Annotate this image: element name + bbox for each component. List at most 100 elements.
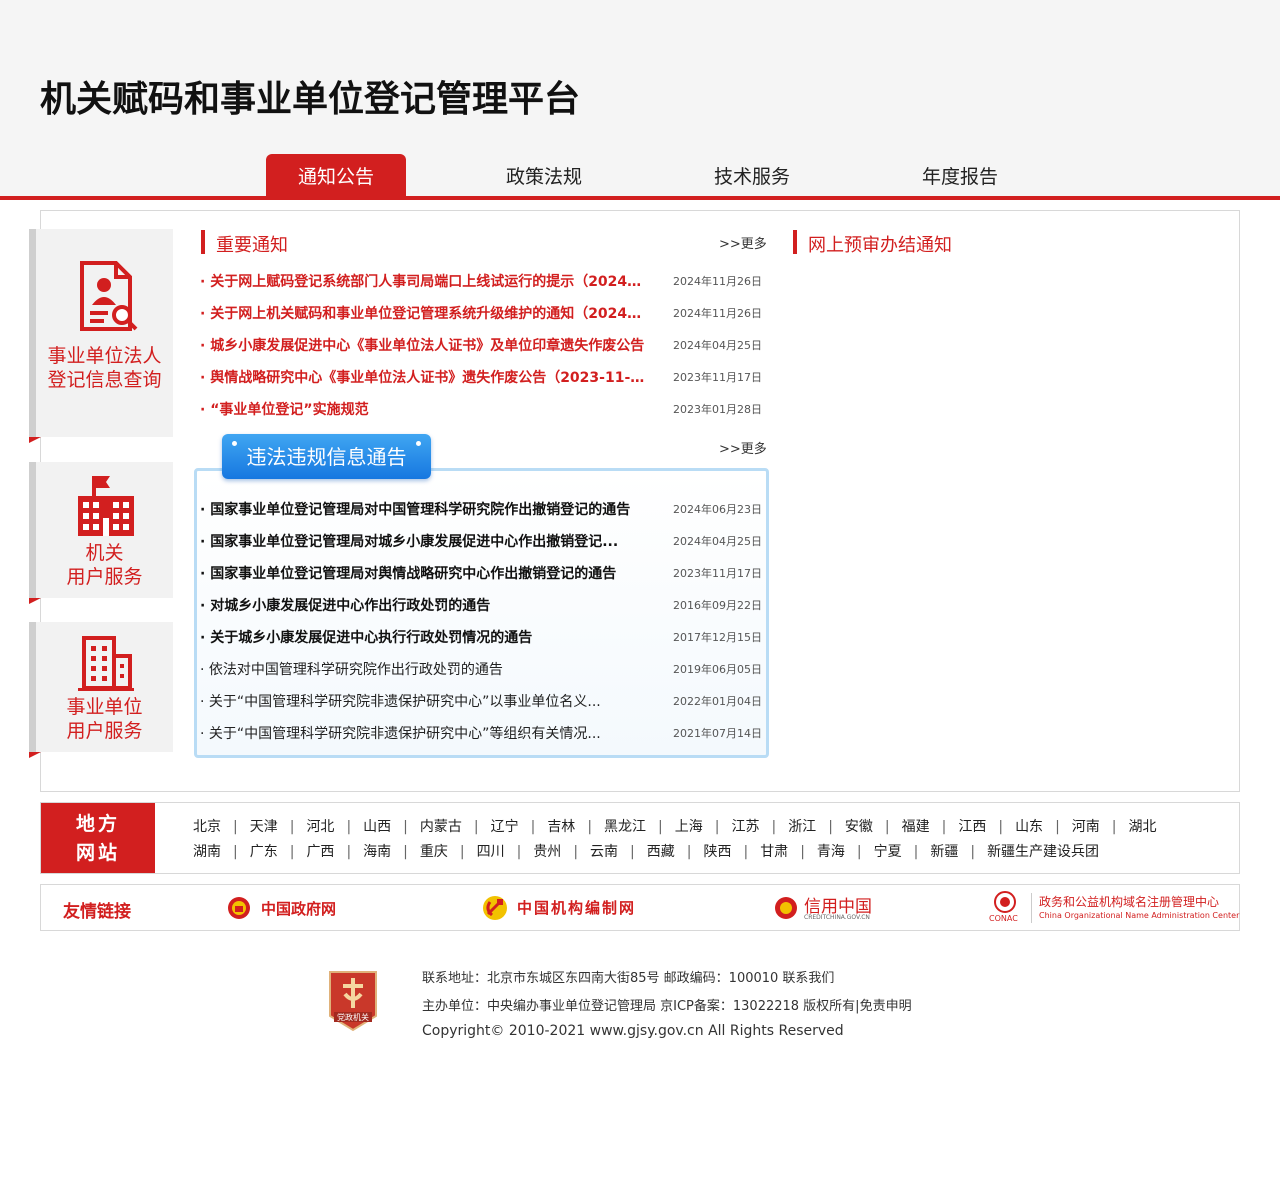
region-link[interactable]: 吉林 [547,819,575,835]
notice-link[interactable]: · “事业单位登记”实施规范 [200,399,648,419]
region-link[interactable]: 山西 [363,819,391,835]
link-conac[interactable]: CONAC 政务和公益机构域名注册管理中心 China Organization… [989,891,1239,925]
credit-china-icon [775,897,797,919]
region-separator: | [289,844,295,860]
person-search-icon [80,261,138,331]
region-link[interactable]: 贵州 [533,844,561,860]
region-link[interactable]: 广东 [250,844,278,860]
region-separator: | [800,844,805,860]
region-link[interactable]: 江苏 [731,819,759,835]
region-link[interactable]: 河北 [306,819,334,835]
region-link[interactable]: 新疆生产建设兵团 [987,844,1099,860]
illegal-link[interactable]: · 国家事业单位登记管理局对舆情战略研究中心作出撤销登记的通告 [200,563,648,583]
sidebar-card-organ-user-service[interactable]: 机关 用户服务 [29,462,173,604]
region-separator: | [658,819,663,835]
region-link[interactable]: 江西 [958,819,986,835]
tab-tech-services[interactable]: 技术服务 [682,154,822,196]
link-sublabel: China Organizational Name Administration… [1039,911,1240,920]
tab-annual-report[interactable]: 年度报告 [890,154,1030,196]
region-link[interactable]: 陕西 [703,844,731,860]
notice-date: 2023年01月28日 [673,403,762,416]
illegal-more-link[interactable]: >>更多 [719,438,767,457]
illegal-link[interactable]: · 国家事业单位登记管理局对城乡小康发展促进中心作出撤销登记... [200,531,648,551]
region-separator: | [233,819,238,835]
region-link[interactable]: 山东 [1015,819,1043,835]
region-separator: | [530,819,536,835]
region-link[interactable]: 云南 [590,844,618,860]
region-separator: | [473,819,479,835]
region-link[interactable]: 西藏 [647,844,675,860]
region-link[interactable]: 天津 [250,819,278,835]
card-corner-accent [29,598,41,604]
region-link[interactable]: 青海 [817,844,845,860]
party-emblem-icon [483,896,507,920]
link-scopsr[interactable]: 中国机构编制网 [481,891,651,925]
prereview-title: 网上预审办结通知 [808,235,952,256]
notice-date: 2024年04月25日 [673,339,762,352]
region-link[interactable]: 湖北 [1129,819,1157,835]
region-separator: | [516,844,522,860]
region-separator: | [1111,819,1117,835]
notice-link[interactable]: · 关于网上机关赋码和事业单位登记管理系统升级维护的通知（2024年11月26日… [200,303,648,323]
illegal-date: 2016年09月22日 [673,599,762,612]
region-link[interactable]: 内蒙古 [420,819,462,835]
main-nav: 通知公告 政策法规 技术服务 年度报告 [0,154,1280,196]
link-credit-china[interactable]: 信用中国 CREDITCHINA.GOV.CN [774,891,884,925]
tab-notices[interactable]: 通知公告 [266,154,406,196]
region-link[interactable]: 辽宁 [491,819,519,835]
illegal-item: · 依法对中国管理科学研究院作出行政处罚的通告 2019年06月05日 [200,652,762,684]
page-footer: 党政机关 联系地址：北京市东城区东四南大街85号 邮政编码：100010 联系我… [0,960,1280,1060]
tab-policies[interactable]: 政策法规 [474,154,614,196]
illegal-link[interactable]: · 关于城乡小康发展促进中心执行行政处罚情况的通告 [200,627,648,647]
region-link[interactable]: 海南 [363,844,391,860]
office-building-flag-icon [78,476,134,536]
illegal-link[interactable]: · 关于“中国管理科学研究院非遗保护研究中心”以事业单位名义... [200,691,648,711]
notice-item: · 城乡小康发展促进中心《事业单位法人证书》及单位印章遗失作废公告 2024年0… [200,328,762,360]
notice-item: · 舆情战略研究中心《事业单位法人证书》遗失作废公告（2023-11-17） 2… [200,360,762,392]
illegal-date: 2023年11月17日 [673,567,762,580]
region-link[interactable]: 黑龙江 [604,819,646,835]
illegal-item: · 对城乡小康发展促进中心作出行政处罚的通告 2016年09月22日 [200,588,762,620]
region-link[interactable]: 宁夏 [874,844,902,860]
illegal-link[interactable]: · 国家事业单位登记管理局对中国管理科学研究院作出撤销登记的通告 [200,499,648,519]
region-separator: | [913,844,919,860]
region-separator: | [743,844,749,860]
region-separator: | [771,819,777,835]
region-row-2: 湖南 | 广东 | 广西 | 海南 | 重庆 | 四川 | 贵州 | 云南 | 西藏 | 陕西 | 甘肃 | 青海 | 宁夏 | 新… [193,841,1099,861]
region-separator: | [403,844,408,860]
notices-title: 重要通知 [216,235,288,256]
region-separator: | [233,844,238,860]
illegal-link[interactable]: · 关于“中国管理科学研究院非遗保护研究中心”等组织有关情况... [200,723,648,743]
notice-link[interactable]: · 城乡小康发展促进中心《事业单位法人证书》及单位印章遗失作废公告 [200,335,648,355]
region-link[interactable]: 重庆 [420,844,448,860]
region-separator: | [346,844,352,860]
sidebar-card-institution-user-service[interactable]: 事业单位 用户服务 [29,622,173,758]
notice-link[interactable]: · 关于网上赋码登记系统部门人事司局端口上线试运行的提示（2024年11月26日… [200,271,648,291]
sidebar-card-label: 用户服务 [66,720,143,742]
region-link[interactable]: 上海 [675,819,703,835]
region-separator: | [573,844,579,860]
region-link[interactable]: 河南 [1072,819,1100,835]
region-link[interactable]: 湖南 [193,844,221,860]
illegal-link[interactable]: · 对城乡小康发展促进中心作出行政处罚的通告 [200,595,648,615]
region-link[interactable]: 四川 [477,844,505,860]
notice-link[interactable]: · 舆情战略研究中心《事业单位法人证书》遗失作废公告（2023-11-17） [200,367,648,387]
region-link[interactable]: 甘肃 [760,844,788,860]
conac-logo-icon [994,891,1016,913]
region-link[interactable]: 浙江 [788,819,816,835]
notices-more-link[interactable]: >>更多 [719,233,767,252]
region-link[interactable]: 福建 [902,819,930,835]
region-link[interactable]: 广西 [306,844,334,860]
region-link[interactable]: 安徽 [845,819,873,835]
card-corner-accent [29,437,41,443]
sidebar-card-legal-person-query[interactable]: 事业单位法人 登记信息查询 [29,229,173,443]
illegal-link[interactable]: · 依法对中国管理科学研究院作出行政处罚的通告 [200,659,648,679]
footer-address: 联系地址：北京市东城区东四南大街85号 邮政编码：100010 联系我们 [422,971,835,986]
sidebar-card-label: 用户服务 [66,566,143,588]
link-gov-cn[interactable]: 中国政府网 [227,891,357,925]
region-row-1: 北京 | 天津 | 河北 | 山西 | 内蒙古 | 辽宁 | 吉林 | 黑龙江 | 上海 | 江苏 | 浙江 | 安徽 | 福建… [193,816,1157,836]
sidebar-card-label: 事业单位法人 [47,345,162,367]
local-websites-tag-line: 地方 [75,813,120,835]
region-link[interactable]: 北京 [193,819,221,835]
region-link[interactable]: 新疆 [930,844,958,860]
